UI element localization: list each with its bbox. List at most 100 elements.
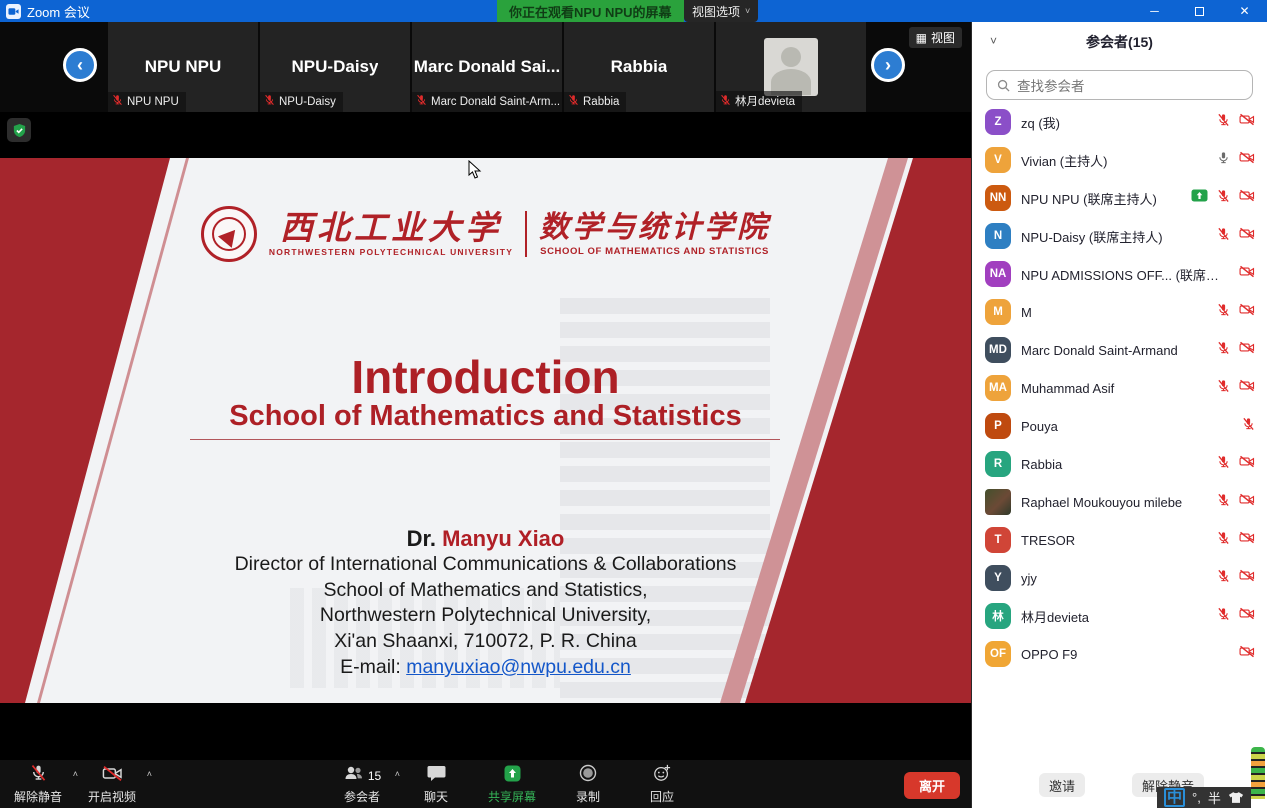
window-controls: ─ ✕ — [1132, 0, 1267, 22]
mic-muted-icon — [1217, 227, 1230, 246]
participant-row[interactable]: 林林月devieta — [972, 597, 1267, 635]
mic-on-icon — [1217, 151, 1230, 170]
participant-name: M — [1021, 305, 1207, 320]
ime-language-toggle[interactable]: 中 — [1164, 788, 1185, 807]
bio-line: Northwestern Polytechnical University, — [0, 603, 971, 629]
video-tile[interactable]: Marc Donald Sai... Marc Donald Saint-Arm… — [412, 22, 562, 112]
search-participants-input[interactable]: 查找参会者 — [986, 70, 1253, 100]
participant-row[interactable]: VVivian (主持人) — [972, 141, 1267, 179]
email-label: E-mail: — [340, 656, 406, 678]
video-tile-label: Marc Donald Saint-Arm... — [412, 92, 562, 112]
participant-row[interactable]: NA NPU ADMISSIONS OFF... (联席主持人) — [972, 255, 1267, 293]
university-seal-icon — [201, 206, 257, 262]
chevron-up-icon[interactable]: ˄ — [147, 769, 152, 779]
toolbar-chat-button[interactable]: 聊天 — [414, 764, 458, 805]
video-tile-label: 林月devieta — [716, 91, 802, 112]
mic-muted-icon — [1217, 303, 1230, 322]
chevron-up-icon[interactable]: ˄ — [73, 769, 78, 779]
toolbar-record-button[interactable]: 录制 — [566, 764, 610, 805]
collapse-panel-icon[interactable]: ˅ — [990, 34, 997, 48]
app-title: Zoom 会议 — [27, 2, 90, 21]
toolbar-video-off-button[interactable]: 开启视频 ˄ — [88, 764, 136, 805]
mic-muted-icon — [568, 94, 579, 109]
bio-line: Xi'an Shaanxi, 710072, P. R. China — [0, 629, 971, 655]
toolbar-button-label: 解除静音 — [14, 788, 62, 805]
participant-avatar: R — [985, 451, 1011, 477]
mic-muted-icon — [416, 94, 427, 109]
security-shield-icon[interactable] — [7, 118, 31, 142]
ime-punctuation-toggle[interactable]: °, — [1192, 790, 1201, 805]
ime-skin-icon[interactable] — [1251, 747, 1265, 799]
scroll-left-button[interactable]: ‹ — [63, 48, 97, 82]
leave-meeting-button[interactable]: 离开 — [904, 772, 960, 799]
toolbar-button-label: 录制 — [576, 788, 600, 805]
chevron-up-icon[interactable]: ˄ — [395, 769, 400, 779]
mic-muted-icon — [30, 764, 47, 787]
ime-width-toggle[interactable]: 半 — [1208, 788, 1221, 807]
participant-row[interactable]: NNPU-Daisy (联席主持人) — [972, 217, 1267, 255]
close-button[interactable]: ✕ — [1222, 0, 1267, 22]
mic-muted-icon — [112, 94, 123, 109]
participant-name: TRESOR — [1021, 533, 1207, 548]
logo-divider — [525, 211, 527, 257]
participant-avatar: MD — [985, 337, 1011, 363]
participant-row[interactable]: PPouya — [972, 407, 1267, 445]
camera-off-icon — [1239, 455, 1255, 473]
camera-off-icon — [1239, 189, 1255, 207]
ime-skin-shirt-icon[interactable] — [1228, 791, 1244, 804]
participant-row[interactable]: Raphael Moukouyou milebe — [972, 483, 1267, 521]
record-icon — [579, 764, 597, 787]
speaker-bio: Dr. Manyu Xiao Director of International… — [0, 526, 971, 680]
video-tile-name: NPU NPU — [145, 57, 222, 77]
maximize-button[interactable] — [1177, 0, 1222, 22]
participants-icon — [343, 765, 365, 786]
participant-avatar: Z — [985, 109, 1011, 135]
participant-row[interactable]: Yyjy — [972, 559, 1267, 597]
participant-name: NPU ADMISSIONS OFF... (联席主持人) — [1021, 265, 1229, 284]
view-options-label: 视图选项 — [692, 3, 740, 20]
view-button[interactable]: ▦ 视图 — [909, 27, 962, 48]
video-tile[interactable]: Rabbia Rabbia — [564, 22, 714, 112]
slide-subtitle: School of Mathematics and Statistics — [0, 400, 971, 433]
participant-row[interactable]: RRabbia — [972, 445, 1267, 483]
zoom-app-icon — [6, 4, 21, 19]
video-tile-label: Rabbia — [564, 92, 626, 112]
participant-row[interactable]: MAMuhammad Asif — [972, 369, 1267, 407]
mic-muted-icon — [720, 94, 731, 109]
participant-row[interactable]: MM — [972, 293, 1267, 331]
search-icon — [997, 79, 1010, 92]
school-name-cn: 数学与统计学院 — [539, 211, 770, 244]
meeting-stage: NPU NPU NPU NPUNPU-Daisy NPU-DaisyMarc D… — [0, 22, 971, 808]
video-tile[interactable]: NPU-Daisy NPU-Daisy — [260, 22, 410, 112]
participant-row[interactable]: NNNPU NPU (联席主持人) — [972, 179, 1267, 217]
toolbar-reactions-button[interactable]: 回应 — [640, 764, 684, 805]
video-tile-name: Rabbia — [611, 57, 668, 77]
view-options-button[interactable]: 视图选项 ˅ — [684, 0, 758, 22]
title-bar: Zoom 会议 你正在观看NPU NPU的屏幕 视图选项 ˅ ─ ✕ — [0, 0, 1267, 22]
participant-row[interactable]: TTRESOR — [972, 521, 1267, 559]
participant-row[interactable]: OFOPPO F9 — [972, 635, 1267, 673]
camera-off-icon — [1239, 303, 1255, 321]
participant-avatar: NA — [985, 261, 1011, 287]
participant-avatar: V — [985, 147, 1011, 173]
participant-row[interactable]: MDMarc Donald Saint-Armand — [972, 331, 1267, 369]
participant-photo-avatar — [985, 489, 1011, 515]
university-name-cn: 西北工业大学 — [269, 211, 513, 246]
screen-sharing-badge — [1191, 189, 1208, 202]
toolbar-participants-button[interactable]: 15 参会者 ˄ — [340, 764, 384, 805]
minimize-button[interactable]: ─ — [1132, 0, 1177, 22]
invite-button[interactable]: 邀请 — [1039, 773, 1085, 797]
camera-off-icon — [1239, 531, 1255, 549]
toolbar-share-screen-button[interactable]: 共享屏幕 — [488, 764, 536, 805]
email-link[interactable]: manyuxiao@nwpu.edu.cn — [406, 656, 631, 678]
toolbar-button-label: 回应 — [650, 788, 674, 805]
mic-muted-icon — [1217, 189, 1230, 208]
participant-row[interactable]: Zzq (我) — [972, 103, 1267, 141]
video-tile[interactable]: NPU NPU NPU NPU — [108, 22, 258, 112]
participant-name: NPU NPU (联席主持人) — [1021, 189, 1181, 208]
video-tile[interactable]: 林月devieta — [716, 22, 866, 112]
toolbar-mic-muted-button[interactable]: 解除静音 ˄ — [14, 764, 62, 805]
toolbar-button-label: 共享屏幕 — [488, 788, 536, 805]
scroll-right-button[interactable]: › — [871, 48, 905, 82]
mic-muted-icon — [264, 94, 275, 109]
